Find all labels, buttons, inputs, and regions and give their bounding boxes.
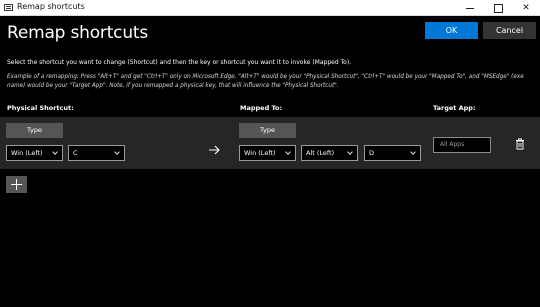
chevron-down-icon <box>114 149 120 155</box>
example-text: Example of a remapping: Press "Alt+T" an… <box>7 74 524 89</box>
physical-key-1-value: Win (Left) <box>11 149 43 157</box>
chevron-down-icon <box>410 149 416 155</box>
physical-key-dropdown-1[interactable]: Win (Left) <box>6 145 63 161</box>
mapped-to-header: Mapped To: <box>240 104 283 112</box>
shortcut-mapping-row: Type Type Win (Left) C Win (Left) Alt (L… <box>0 117 540 169</box>
physical-key-dropdown-2[interactable]: C <box>68 145 125 161</box>
physical-shortcut-header: Physical Shortcut: <box>7 104 74 112</box>
mapped-key-dropdown-3[interactable]: D <box>364 145 421 161</box>
maximize-button[interactable] <box>485 0 511 16</box>
mapped-key-1-value: Win (Left) <box>244 149 276 157</box>
ok-button[interactable]: OK <box>425 22 478 39</box>
mapped-key-dropdown-2[interactable]: Alt (Left) <box>301 145 358 161</box>
close-button[interactable]: ✕ <box>513 0 539 16</box>
mapped-key-2-value: Alt (Left) <box>306 149 335 157</box>
page-title: Remap shortcuts <box>7 23 149 43</box>
mapped-type-button[interactable]: Type <box>239 123 296 138</box>
target-app-input[interactable]: All Apps <box>433 137 491 153</box>
mapped-key-dropdown-1[interactable]: Win (Left) <box>239 145 296 161</box>
keyboard-app-icon <box>4 4 13 11</box>
chevron-down-icon <box>347 149 353 155</box>
title-bar: Remap shortcuts ✕ <box>0 0 540 16</box>
chevron-down-icon <box>285 149 291 155</box>
physical-key-2-value: C <box>73 149 78 157</box>
cancel-button[interactable]: Cancel <box>483 22 536 39</box>
trash-icon[interactable] <box>515 138 525 150</box>
add-shortcut-button[interactable] <box>6 176 27 193</box>
chevron-down-icon <box>52 149 58 155</box>
instructions-text: Select the shortcut you want to change (… <box>7 59 352 66</box>
mapped-key-3-value: D <box>369 149 375 157</box>
physical-type-button[interactable]: Type <box>6 123 63 138</box>
target-app-header: Target App: <box>433 104 476 112</box>
arrow-right-icon <box>209 145 220 155</box>
window-title: Remap shortcuts <box>17 2 85 11</box>
minimize-button[interactable] <box>457 0 483 16</box>
